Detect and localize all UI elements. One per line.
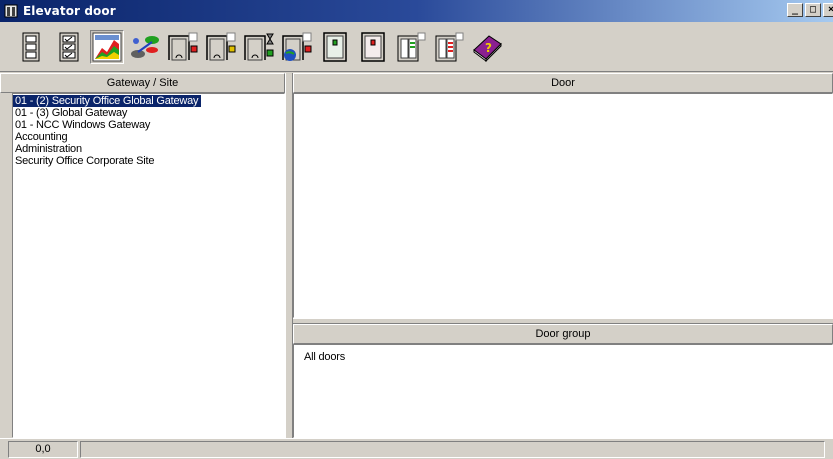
cabinet-red-button[interactable]: [432, 30, 466, 64]
gateway-list-item[interactable]: 01 - NCC Windows Gateway: [13, 119, 284, 131]
status-message: [80, 440, 825, 458]
gateway-list-item[interactable]: 01 - (3) Global Gateway: [13, 107, 284, 119]
red-light-panel-icon: [361, 31, 385, 62]
door-header[interactable]: Door: [293, 73, 833, 93]
svg-text:?: ?: [485, 41, 492, 55]
door-lock-indicator-icon: [206, 32, 236, 60]
gateway-list-item[interactable]: Administration: [13, 143, 284, 155]
door-globe-icon: [282, 32, 312, 61]
cabinet-green-icon: [397, 32, 426, 61]
cabinet-green-button[interactable]: [394, 30, 428, 64]
gateway-site-header[interactable]: Gateway / Site: [0, 73, 285, 93]
window-controls: _ □ ×: [787, 3, 833, 17]
chart-button[interactable]: [90, 29, 124, 64]
close-button[interactable]: ×: [823, 3, 833, 17]
vertical-splitter[interactable]: [285, 73, 293, 438]
minimize-button[interactable]: _: [787, 3, 803, 17]
toolbar: ?: [0, 22, 833, 72]
door-red-indicator-icon: [168, 32, 198, 60]
gateway-list-item[interactable]: 01 - (2) Security Office Global Gateway: [13, 95, 202, 107]
gateway-list-item[interactable]: Accounting: [13, 131, 284, 143]
gateway-site-list[interactable]: 01 - (2) Security Office Global Gateway …: [12, 93, 285, 438]
gateway-list-item[interactable]: Security Office Corporate Site: [13, 155, 284, 167]
green-light-panel-button[interactable]: [318, 30, 352, 64]
green-light-panel-icon: [323, 31, 347, 62]
chart-icon: [92, 32, 122, 61]
window-title: Elevator door: [23, 4, 116, 18]
door-lock-indicator-button[interactable]: [204, 30, 238, 64]
door-group-list[interactable]: All doors: [293, 344, 833, 438]
maximize-button[interactable]: □: [805, 3, 821, 17]
help-book-icon: ?: [473, 34, 502, 62]
panel-stack-icon: [22, 32, 40, 61]
door-timer-icon: [244, 33, 274, 60]
door-group-header[interactable]: Door group: [293, 324, 833, 344]
network-link-button[interactable]: [128, 30, 162, 64]
status-bar: 0,0: [0, 438, 833, 459]
elevator-door-icon[interactable]: [3, 3, 19, 19]
status-position: 0,0: [8, 440, 78, 458]
door-globe-button[interactable]: [280, 30, 314, 64]
door-red-indicator-button[interactable]: [166, 30, 200, 64]
red-light-panel-button[interactable]: [356, 30, 390, 64]
checklist-icon: [59, 32, 79, 61]
cabinet-red-icon: [435, 32, 464, 61]
title-bar[interactable]: Elevator door _ □ ×: [0, 0, 833, 22]
door-timer-button[interactable]: [242, 30, 276, 64]
door-list[interactable]: [293, 93, 833, 318]
network-link-icon: [131, 35, 159, 58]
checklist-button[interactable]: [52, 30, 86, 64]
door-group-list-item[interactable]: All doors: [302, 351, 832, 363]
help-book-button[interactable]: ?: [470, 30, 504, 64]
panel-stack-button[interactable]: [14, 30, 48, 64]
